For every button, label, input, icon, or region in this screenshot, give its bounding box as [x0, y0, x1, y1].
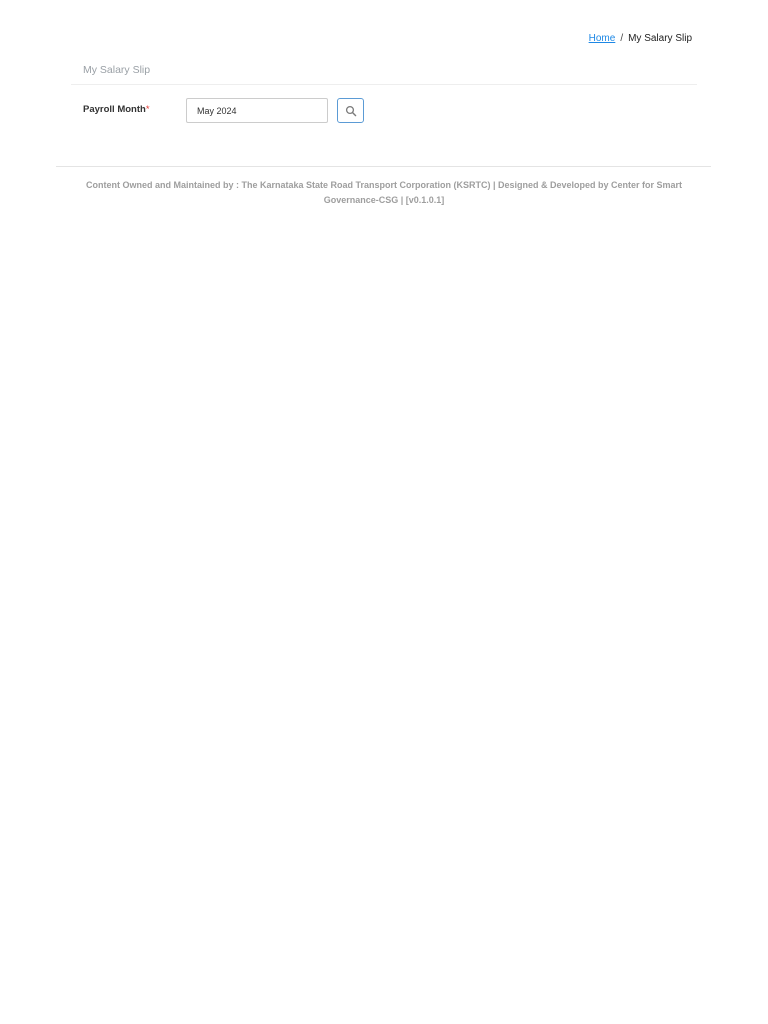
required-marker: * [145, 104, 150, 115]
payroll-month-label-text: Payroll Month [83, 104, 146, 115]
breadcrumb-current: My Salary Slip [628, 33, 692, 44]
search-icon [345, 105, 356, 116]
breadcrumb-separator: / [620, 33, 624, 44]
card-title: My Salary Slip [83, 64, 151, 76]
breadcrumb: Home / My Salary Slip [589, 33, 692, 44]
breadcrumb-home-link[interactable]: Home [589, 33, 616, 44]
title-divider [71, 84, 697, 85]
footer-text: Content Owned and Maintained by : The Ka… [85, 180, 683, 205]
footer-divider [56, 166, 711, 167]
payroll-month-input[interactable] [186, 98, 328, 123]
search-button[interactable] [337, 98, 364, 123]
payroll-month-label: Payroll Month* [83, 104, 150, 115]
page: Home / My Salary Slip My Salary Slip Payro… [0, 0, 768, 1024]
